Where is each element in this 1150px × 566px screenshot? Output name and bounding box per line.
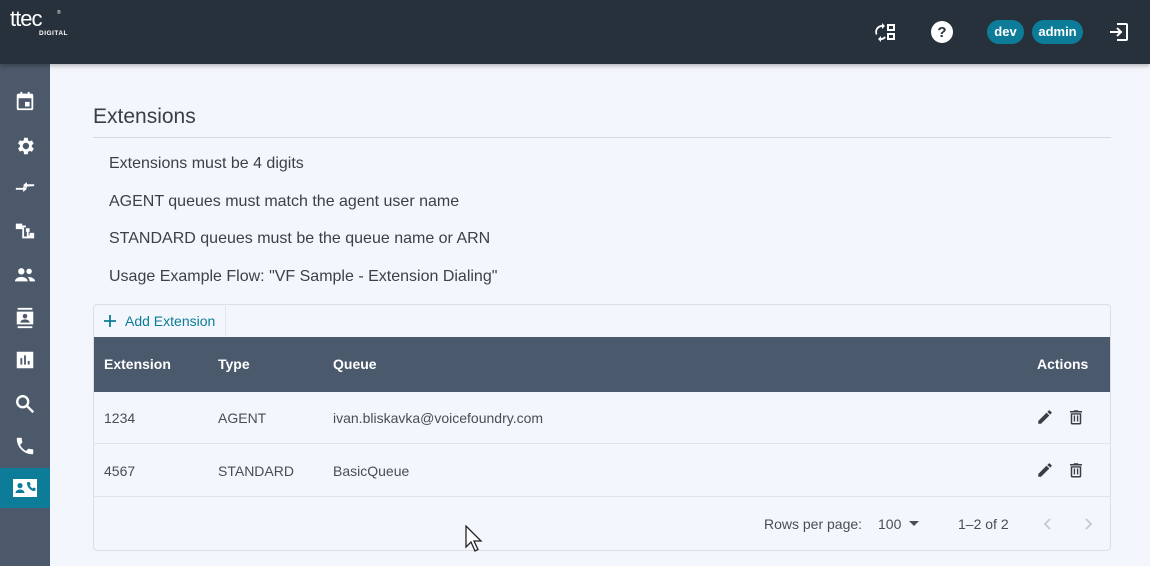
ttec-digital-logo[interactable]: ttec DIGITAL ® [10, 6, 68, 38]
note-standard-queues: STANDARD queues must be the queue name o… [109, 230, 491, 247]
contact-phone-icon [13, 479, 37, 497]
logout-icon[interactable] [1107, 20, 1131, 44]
column-header-type[interactable]: Type [218, 356, 250, 372]
env-tag-dev[interactable]: dev [987, 20, 1024, 44]
cell-type: STANDARD [218, 463, 294, 479]
sidebar-item-phone[interactable] [0, 426, 50, 466]
top-app-bar: ttec DIGITAL ® ? dev admin [0, 0, 1150, 64]
logo-text: ttec [10, 6, 42, 31]
sidebar-item-calendar[interactable] [0, 81, 50, 121]
column-header-actions: Actions [1037, 356, 1089, 372]
people-icon [14, 268, 36, 282]
title-divider [93, 137, 1111, 138]
cell-queue: ivan.bliskavka@voicefoundry.com [333, 410, 544, 426]
table-row[interactable]: 1234 AGENT ivan.bliskavka@voicefoundry.c… [94, 392, 1110, 444]
next-page-button[interactable] [1077, 513, 1099, 535]
note-agent-queues: AGENT queues must match the agent user n… [109, 193, 460, 210]
swap-panel-icon[interactable] [874, 20, 898, 44]
contact-card-icon [16, 307, 34, 329]
rows-per-page-select[interactable]: 100 [878, 514, 922, 534]
note-usage-example: Usage Example Flow: "VF Sample - Extensi… [109, 268, 498, 285]
gear-icon [18, 137, 34, 155]
sidebar-item-flows[interactable] [0, 211, 50, 251]
add-extension-button[interactable]: Add Extension [95, 306, 227, 336]
sidebar-nav [0, 64, 50, 566]
calendar-icon [16, 91, 34, 111]
note-extension-digits: Extensions must be 4 digits [109, 155, 304, 172]
sidebar-item-settings[interactable] [0, 126, 50, 166]
plus-icon [104, 315, 116, 327]
sidebar-item-extensions[interactable] [0, 468, 50, 508]
sidebar-item-contacts[interactable] [0, 298, 50, 338]
logo-subtext: DIGITAL [39, 30, 69, 37]
transfer-arrows-icon [15, 181, 35, 193]
mouse-pointer-icon [465, 525, 483, 552]
column-header-extension[interactable]: Extension [104, 356, 171, 372]
logo-registered-mark: ® [57, 10, 61, 16]
svg-text:?: ? [937, 24, 946, 41]
cell-queue: BasicQueue [333, 463, 410, 479]
sidebar-item-reports[interactable] [0, 340, 50, 380]
rows-per-page-value: 100 [878, 516, 902, 532]
phone-icon [16, 437, 34, 455]
user-tag-admin[interactable]: admin [1032, 20, 1083, 44]
pagination-range: 1–2 of 2 [958, 516, 1009, 532]
delete-icon[interactable] [1066, 407, 1086, 427]
sidebar-item-search[interactable] [0, 384, 50, 424]
sidebar-item-users[interactable] [0, 255, 50, 295]
chevron-right-icon [1085, 518, 1093, 530]
cell-extension: 4567 [104, 463, 136, 479]
cell-extension: 1234 [104, 410, 136, 426]
rows-per-page-label: Rows per page: [764, 516, 863, 532]
table-header: Extension Type Queue Actions [94, 337, 1110, 392]
flow-tree-icon [15, 223, 35, 239]
search-icon [16, 395, 35, 414]
delete-icon[interactable] [1066, 460, 1086, 480]
chevron-down-icon [909, 521, 920, 526]
edit-icon[interactable] [1035, 460, 1055, 480]
add-extension-label: Add Extension [125, 313, 216, 329]
column-header-queue[interactable]: Queue [333, 356, 377, 372]
table-row[interactable]: 4567 STANDARD BasicQueue [94, 445, 1110, 497]
help-icon[interactable]: ? [930, 20, 954, 44]
chevron-left-icon [1043, 518, 1051, 530]
sidebar-item-transfers[interactable] [0, 167, 50, 207]
bar-chart-icon [16, 351, 34, 369]
page-title: Extensions [93, 105, 196, 128]
cell-type: AGENT [218, 410, 267, 426]
previous-page-button[interactable] [1037, 513, 1059, 535]
edit-icon[interactable] [1035, 407, 1055, 427]
